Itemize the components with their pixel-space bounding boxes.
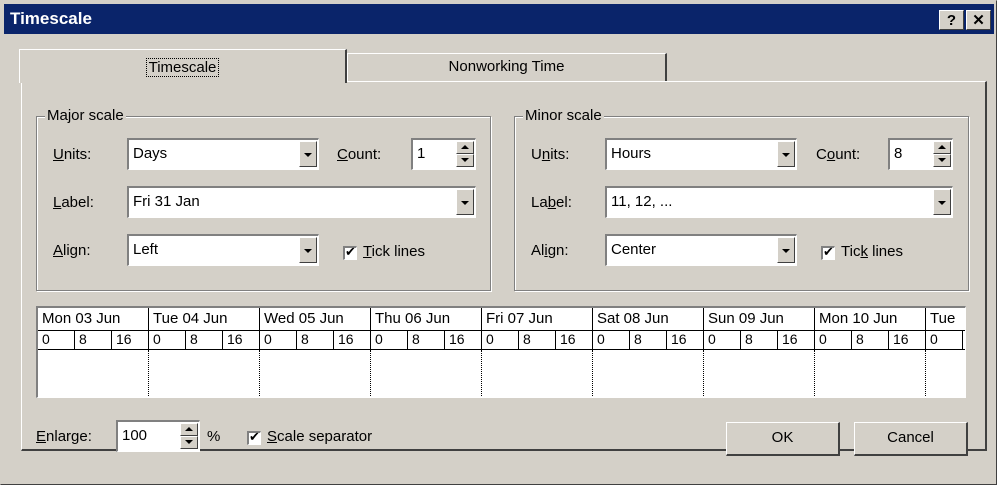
minor-scale-cell: 8 bbox=[852, 331, 889, 349]
minor-scale-cell: 16 bbox=[556, 331, 593, 349]
major-scale-cell: Sun 09 Jun bbox=[704, 308, 815, 330]
timescale-preview: Mon 03 Jun Tue 04 Jun Wed 05 Jun Thu 06 Jun… bbox=[36, 306, 966, 398]
major-scale-cell: Mon 03 Jun bbox=[38, 308, 149, 330]
minor-scale-cell: 8 bbox=[75, 331, 112, 349]
major-scale-cell: Thu 06 Jun bbox=[371, 308, 482, 330]
major-scale-cell: Sat 08 Jun bbox=[593, 308, 704, 330]
major-align-label: Align: bbox=[53, 242, 91, 259]
major-scale-cell: Fri 07 Jun bbox=[482, 308, 593, 330]
major-scale-cell: Tue 04 Jun bbox=[149, 308, 260, 330]
minor-scale-cell: 0 bbox=[371, 331, 408, 349]
major-scale-cell: Tue bbox=[926, 308, 965, 330]
tab-label: Timescale bbox=[145, 58, 220, 77]
minor-count-spinner[interactable]: 8 bbox=[888, 138, 953, 170]
tab-timescale[interactable]: Timescale bbox=[19, 49, 347, 83]
minor-scale-cell: 0 bbox=[482, 331, 519, 349]
minor-label-select[interactable]: 11, 12, ... bbox=[605, 186, 953, 218]
minor-scale-cell: 16 bbox=[112, 331, 149, 349]
minor-tick-lines-checkbox[interactable] bbox=[821, 244, 835, 260]
enlarge-spinner[interactable]: 100 bbox=[116, 420, 200, 452]
dropdown-arrow-icon[interactable] bbox=[777, 237, 795, 263]
minor-units-select[interactable]: Hours bbox=[605, 138, 797, 170]
minor-units-label: Units: bbox=[531, 146, 570, 163]
day-separator-line bbox=[370, 350, 371, 397]
minor-scale-cell: 8 bbox=[408, 331, 445, 349]
minor-scale-legend: Minor scale bbox=[523, 107, 604, 124]
minor-scale-row: 081608160816081608160816081608160816 bbox=[38, 330, 965, 350]
minor-scale-cell: 16 bbox=[889, 331, 926, 349]
minor-scale-cell: 16 bbox=[445, 331, 482, 349]
major-scale-cell: Mon 10 Jun bbox=[815, 308, 926, 330]
day-separator-line bbox=[592, 350, 593, 397]
minor-scale-cell: 8 bbox=[297, 331, 334, 349]
major-align-select[interactable]: Left bbox=[127, 234, 319, 266]
minor-align-select[interactable]: Center bbox=[605, 234, 797, 266]
day-separator-line bbox=[703, 350, 704, 397]
minor-scale-cell: 8 bbox=[186, 331, 223, 349]
minor-scale-cell: 0 bbox=[260, 331, 297, 349]
minor-scale-cell: 8 bbox=[963, 331, 965, 349]
major-units-select[interactable]: Days bbox=[127, 138, 319, 170]
ok-button[interactable]: OK bbox=[726, 422, 840, 456]
minor-scale-cell: 8 bbox=[630, 331, 667, 349]
day-separator-line bbox=[259, 350, 260, 397]
dropdown-arrow-icon[interactable] bbox=[299, 141, 317, 167]
minor-scale-cell: 0 bbox=[38, 331, 75, 349]
minor-scale-cell: 16 bbox=[334, 331, 371, 349]
spinner-arrows-icon[interactable] bbox=[933, 141, 951, 167]
minor-scale-cell: 0 bbox=[815, 331, 852, 349]
minor-scale-cell: 0 bbox=[593, 331, 630, 349]
spinner-arrows-icon[interactable] bbox=[180, 423, 198, 449]
minor-label-label: Label: bbox=[531, 194, 572, 211]
close-button[interactable]: ✕ bbox=[966, 10, 991, 30]
spinner-arrows-icon[interactable] bbox=[456, 141, 474, 167]
minor-scale-cell: 8 bbox=[519, 331, 556, 349]
major-label-select[interactable]: Fri 31 Jan bbox=[127, 186, 476, 218]
major-tick-lines-label: Tick lines bbox=[363, 243, 425, 260]
tab-label: Nonworking Time bbox=[448, 58, 565, 75]
scale-separator-label: Scale separator bbox=[267, 428, 373, 445]
minor-scale-cell: 0 bbox=[149, 331, 186, 349]
window-title: Timescale bbox=[10, 9, 92, 28]
help-button[interactable]: ? bbox=[939, 10, 964, 30]
percent-sign: % bbox=[207, 428, 221, 445]
major-label-label: Label: bbox=[53, 194, 94, 211]
day-separator-line bbox=[481, 350, 482, 397]
major-count-label: Count: bbox=[337, 146, 382, 163]
timescale-dialog: Timescale ? ✕ Timescale Nonworking Time … bbox=[0, 0, 997, 485]
cancel-button[interactable]: Cancel bbox=[854, 422, 968, 456]
major-scale-cell: Wed 05 Jun bbox=[260, 308, 371, 330]
dropdown-arrow-icon[interactable] bbox=[299, 237, 317, 263]
minor-scale-cell: 0 bbox=[704, 331, 741, 349]
minor-align-label: Align: bbox=[531, 242, 569, 259]
major-scale-legend: Major scale bbox=[45, 107, 126, 124]
enlarge-label: Enlarge: bbox=[36, 428, 92, 445]
day-separator-line bbox=[814, 350, 815, 397]
dropdown-arrow-icon[interactable] bbox=[933, 189, 951, 215]
minor-scale-cell: 16 bbox=[223, 331, 260, 349]
day-separator-line bbox=[148, 350, 149, 397]
minor-count-label: Count: bbox=[816, 146, 861, 163]
dropdown-arrow-icon[interactable] bbox=[456, 189, 474, 215]
minor-scale-cell: 8 bbox=[741, 331, 778, 349]
major-tick-lines-checkbox[interactable] bbox=[343, 244, 357, 260]
day-separator-line bbox=[925, 350, 926, 397]
minor-scale-cell: 16 bbox=[667, 331, 704, 349]
major-units-label: Units: bbox=[53, 146, 92, 163]
tab-nonworking-time[interactable]: Nonworking Time bbox=[347, 53, 667, 81]
dropdown-arrow-icon[interactable] bbox=[777, 141, 795, 167]
title-bar: Timescale ? ✕ bbox=[4, 4, 994, 34]
minor-scale-cell: 16 bbox=[778, 331, 815, 349]
scale-separator-checkbox[interactable] bbox=[247, 429, 261, 445]
major-count-spinner[interactable]: 1 bbox=[411, 138, 476, 170]
minor-tick-lines-label: Tick lines bbox=[841, 243, 903, 260]
minor-scale-cell: 0 bbox=[926, 331, 963, 349]
